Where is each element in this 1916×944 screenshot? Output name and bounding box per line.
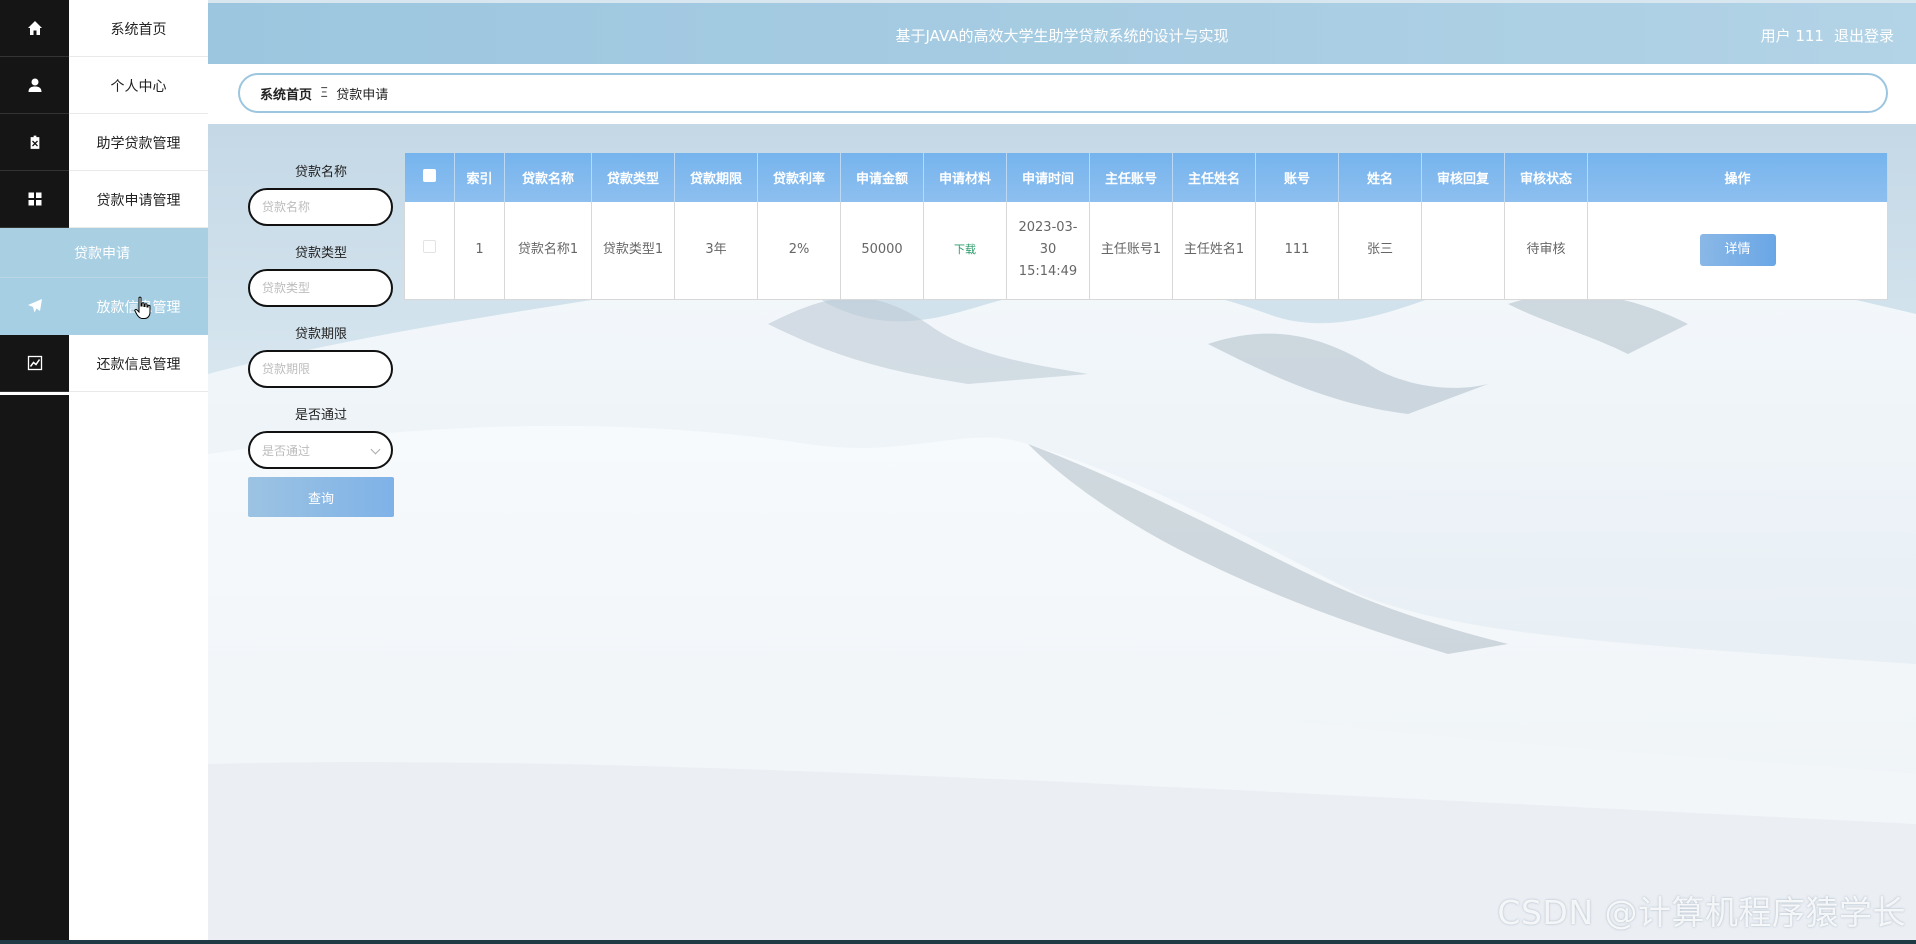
search-panel: 贷款名称 贷款类型 贷款期限 是否通过 是否通过 查询 <box>248 160 394 517</box>
breadcrumb-home[interactable]: 系统首页 <box>260 84 312 103</box>
logout-link[interactable]: 退出登录 <box>1834 25 1894 46</box>
top-header: 基于JAVA的高效大学生助学贷款系统的设计与实现 用户 111 退出登录 <box>208 0 1916 64</box>
approved-select[interactable]: 是否通过 <box>248 431 393 469</box>
cell-action: 详情 <box>1587 202 1888 300</box>
approved-select-placeholder: 是否通过 <box>262 443 311 458</box>
sidebar-item-label: 还款信息管理 <box>96 356 181 373</box>
search-label-loan-name: 贷款名称 <box>294 165 347 180</box>
cell-rate: 2% <box>757 202 841 300</box>
column-header: 主任账号 <box>1089 153 1173 202</box>
chart-icon <box>0 335 69 392</box>
bottom-bar <box>0 940 1916 944</box>
sidebar-item-home[interactable]: 系统首页 <box>0 0 208 57</box>
column-header: 申请金额 <box>840 153 924 202</box>
clipboard-icon <box>0 114 69 171</box>
search-button[interactable]: 查询 <box>248 477 394 517</box>
loan-term-input[interactable] <box>248 350 393 388</box>
breadcrumb-strip: 系统首页 Ξ 贷款申请 <box>208 64 1916 124</box>
cell-amount: 50000 <box>840 202 924 300</box>
sidebar: 系统首页 个人中心 助学贷款管理 贷款申请管理 贷款申请 放款信息管理 还款信息… <box>0 0 208 940</box>
search-label-approved: 是否通过 <box>294 408 347 423</box>
column-header: 贷款类型 <box>591 153 675 202</box>
row-select-cell[interactable] <box>404 202 455 300</box>
breadcrumb-current: 贷款申请 <box>336 87 389 103</box>
column-header: 审核回复 <box>1421 153 1505 202</box>
cell-apply-time: 2023-03-30 15:14:49 <box>1006 202 1090 300</box>
detail-button[interactable]: 详情 <box>1699 234 1776 267</box>
cell-director-account: 主任账号1 <box>1089 202 1173 300</box>
loan-application-table: 索引 贷款名称 贷款类型 贷款期限 贷款利率 申请金额 申请材料 申请时间 主任… <box>404 153 1888 300</box>
breadcrumb-separator: Ξ <box>320 85 329 101</box>
column-header: 账号 <box>1255 153 1339 202</box>
sidebar-item-label: 个人中心 <box>110 78 167 95</box>
cell-term: 3年 <box>674 202 758 300</box>
watermark: CSDN @计算机程序猿学长 <box>1497 893 1906 932</box>
sidebar-item-loan-management[interactable]: 助学贷款管理 <box>0 114 208 171</box>
user-label: 用户 111 <box>1760 26 1824 45</box>
column-header: 审核状态 <box>1504 153 1588 202</box>
sidebar-icon-rail <box>0 395 69 940</box>
column-header: 贷款名称 <box>504 153 592 202</box>
column-header: 主任姓名 <box>1172 153 1256 202</box>
cell-loan-name: 贷款名称1 <box>504 202 592 300</box>
cell-name: 张三 <box>1338 202 1422 300</box>
row-checkbox[interactable] <box>423 240 436 254</box>
sidebar-item-label: 系统首页 <box>110 21 167 38</box>
sidebar-item-label: 助学贷款管理 <box>96 135 181 152</box>
column-header: 申请时间 <box>1006 153 1090 202</box>
loan-name-input[interactable] <box>248 188 393 226</box>
column-header: 索引 <box>454 153 505 202</box>
hand-cursor-icon <box>134 296 151 319</box>
paper-plane-icon <box>0 278 69 335</box>
cell-loan-type: 贷款类型1 <box>591 202 675 300</box>
table-row: 1 贷款名称1 贷款类型1 3年 2% 50000 下载 2023-03-30 … <box>404 202 1888 300</box>
column-header: 申请材料 <box>923 153 1007 202</box>
select-all-checkbox[interactable] <box>422 169 436 182</box>
sidebar-item-application-management[interactable]: 贷款申请管理 <box>0 171 208 228</box>
column-header: 操作 <box>1587 153 1888 202</box>
cell-reply <box>1421 202 1505 300</box>
cell-director-name: 主任姓名1 <box>1172 202 1256 300</box>
loan-type-input[interactable] <box>248 269 393 307</box>
cell-material: 下载 <box>923 202 1007 300</box>
column-header: 贷款期限 <box>674 153 758 202</box>
sidebar-subitem-loan-application[interactable]: 贷款申请 <box>0 228 208 278</box>
search-label-loan-type: 贷款类型 <box>294 246 347 261</box>
sidebar-item-label: 贷款申请管理 <box>96 192 181 209</box>
cell-status: 待审核 <box>1504 202 1588 300</box>
breadcrumb: 系统首页 Ξ 贷款申请 <box>238 73 1888 113</box>
cell-index: 1 <box>454 202 505 300</box>
home-icon <box>0 0 69 57</box>
column-header: 姓名 <box>1338 153 1422 202</box>
user-area: 用户 111 退出登录 <box>1761 3 1894 67</box>
sidebar-item-repayment-management[interactable]: 还款信息管理 <box>0 335 208 392</box>
chevron-down-icon <box>370 444 381 455</box>
select-all-cell[interactable] <box>404 153 455 202</box>
grid-icon <box>0 171 69 228</box>
table-header-row: 索引 贷款名称 贷款类型 贷款期限 贷款利率 申请金额 申请材料 申请时间 主任… <box>404 153 1888 202</box>
download-link[interactable]: 下载 <box>954 243 976 256</box>
user-icon <box>0 57 69 114</box>
column-header: 贷款利率 <box>757 153 841 202</box>
page-title: 基于JAVA的高效大学生助学贷款系统的设计与实现 <box>895 26 1229 45</box>
search-label-loan-term: 贷款期限 <box>294 327 347 342</box>
cell-account: 111 <box>1255 202 1339 300</box>
sidebar-item-disbursement-management[interactable]: 放款信息管理 <box>0 278 208 335</box>
sidebar-item-profile[interactable]: 个人中心 <box>0 57 208 114</box>
